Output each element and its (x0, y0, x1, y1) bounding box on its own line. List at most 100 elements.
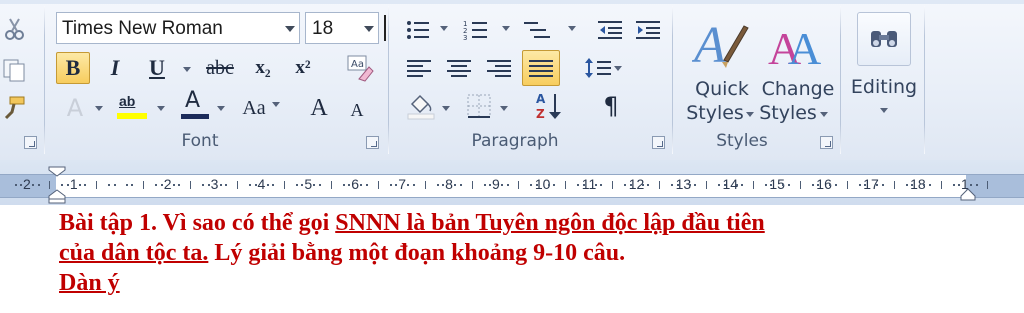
change-case-button[interactable]: Aa (234, 92, 274, 124)
ruler-tick (893, 181, 895, 189)
multilevel-dropdown-icon[interactable] (568, 26, 576, 31)
align-left-button[interactable] (402, 52, 436, 84)
ruler-tick (799, 181, 801, 189)
superscript-icon: x² (295, 57, 311, 78)
font-name-combobox[interactable]: Times New Roman (56, 12, 300, 44)
ruler-tick (37, 184, 40, 186)
paint-bucket-icon (407, 94, 435, 120)
borders-button[interactable] (462, 90, 496, 122)
chevron-down-icon[interactable] (364, 26, 374, 32)
highlight-button[interactable]: ab (112, 90, 152, 122)
text-effects-dropdown-icon[interactable] (95, 106, 103, 111)
sort-button[interactable]: AZ (530, 90, 572, 122)
ruler-tick (330, 181, 332, 189)
underline-dropdown-icon[interactable] (183, 67, 191, 72)
underline-button[interactable]: U (140, 52, 174, 84)
format-painter-icon[interactable] (2, 94, 28, 120)
ruler-tick (858, 184, 861, 186)
text-effects-button[interactable]: A (58, 92, 92, 124)
ruler-tick (612, 181, 614, 189)
justify-icon (529, 58, 553, 78)
right-indent-marker[interactable] (960, 184, 976, 204)
quick-styles-icon: A (692, 17, 749, 72)
numbering-dropdown-icon[interactable] (502, 26, 510, 31)
ruler-tick (84, 184, 87, 186)
sort-icon: AZ (536, 92, 561, 121)
ruler-tick (723, 184, 726, 186)
editing-button[interactable]: Editing (850, 12, 920, 122)
binoculars-icon (871, 31, 897, 47)
ruler-tick (436, 184, 439, 186)
ruler-tick (225, 184, 228, 186)
grow-font-button[interactable]: A (302, 92, 336, 124)
ruler-tick (125, 184, 128, 186)
document-body[interactable]: Bài tập 1. Vì sao có thể gọi SNNN là bản… (59, 208, 1009, 298)
ruler-tick (489, 184, 491, 186)
superscript-button[interactable]: x² (286, 52, 320, 84)
ruler-tick (32, 184, 34, 186)
cut-icon[interactable] (2, 16, 28, 40)
ruler-tick (78, 184, 81, 186)
ruler-tick (454, 184, 457, 186)
increase-indent-button[interactable] (632, 14, 666, 46)
align-left-icon (407, 58, 431, 78)
bullets-button[interactable] (400, 14, 436, 46)
justify-button[interactable] (522, 50, 560, 86)
shading-button[interactable] (404, 90, 438, 122)
decrease-indent-icon (598, 21, 622, 39)
ruler-tick (14, 184, 17, 186)
borders-dropdown-icon[interactable] (500, 106, 508, 111)
doc-line-1: Bài tập 1. Vì sao có thể gọi SNNN là bản… (59, 208, 1009, 238)
quick-styles-button[interactable]: A Quick Styles (686, 12, 756, 132)
ruler-tick (190, 181, 192, 189)
change-styles-dropdown-icon (820, 112, 828, 117)
multilevel-list-button[interactable] (518, 14, 558, 46)
change-styles-button[interactable]: A A Change Styles (759, 12, 836, 132)
change-case-dropdown-icon[interactable] (272, 102, 280, 107)
ruler-tick (952, 184, 955, 186)
clear-formatting-icon: Aa (347, 55, 374, 82)
ruler-tick (377, 181, 379, 189)
align-center-button[interactable] (442, 52, 476, 84)
ruler-tick (676, 184, 679, 186)
show-marks-button[interactable]: ¶ (594, 90, 628, 122)
left-indent-marker[interactable] (48, 166, 66, 204)
font-color-button[interactable]: A (176, 88, 212, 120)
ruler-tick (688, 184, 691, 186)
shading-dropdown-icon[interactable] (442, 106, 450, 111)
bullets-dropdown-icon[interactable] (440, 26, 448, 31)
ruler-tick (407, 184, 410, 186)
doc-text: Lý giải bằng một đoạn khoảng 9-10 câu. (208, 240, 626, 266)
svg-text:3: 3 (463, 34, 467, 41)
ruler-tick (272, 184, 274, 186)
ruler-tick (629, 184, 632, 186)
ruler-number: 8 (445, 176, 453, 192)
quick-styles-label-2: Styles (686, 102, 744, 124)
italic-button[interactable]: I (98, 52, 132, 84)
clear-formatting-button[interactable]: Aa (342, 50, 378, 86)
font-dialog-launcher[interactable] (366, 136, 379, 149)
font-name-value: Times New Roman (62, 18, 223, 39)
ruler-tick (547, 184, 550, 186)
strikethrough-button[interactable]: abc (196, 52, 244, 84)
ruler-number: 7 (398, 176, 406, 192)
subscript-button[interactable]: x₂ (246, 52, 280, 84)
bold-button[interactable]: B (56, 52, 90, 84)
font-size-combobox[interactable]: 18 (305, 12, 379, 44)
numbering-button[interactable]: 123 (458, 14, 494, 46)
ruler-tick (207, 184, 210, 186)
align-right-button[interactable] (482, 52, 516, 84)
line-spacing-button[interactable] (580, 52, 626, 84)
highlight-dropdown-icon[interactable] (157, 106, 165, 111)
ruler-tick (66, 184, 69, 186)
paragraph-dialog-launcher[interactable] (652, 136, 665, 149)
clipboard-dialog-launcher[interactable] (24, 136, 37, 149)
ruler-tick (442, 184, 445, 186)
copy-icon[interactable] (2, 56, 28, 82)
decrease-indent-button[interactable] (594, 14, 628, 46)
chevron-down-icon[interactable] (285, 26, 295, 32)
separator (924, 6, 925, 154)
styles-dialog-launcher[interactable] (820, 136, 833, 149)
font-color-dropdown-icon[interactable] (217, 106, 225, 111)
shrink-font-button[interactable]: A (340, 94, 374, 126)
